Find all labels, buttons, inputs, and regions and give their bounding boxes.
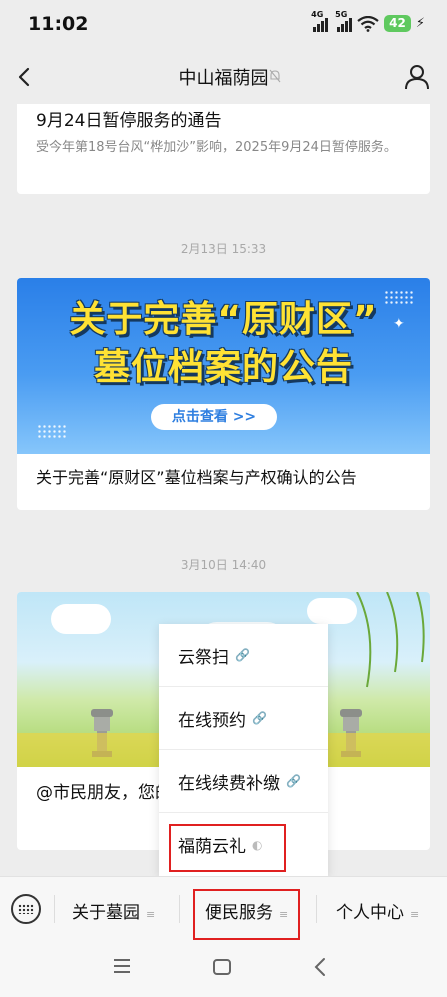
divider — [316, 895, 317, 923]
menu-item-cloud-sweep[interactable]: 云祭扫 🔗 — [159, 624, 328, 687]
timestamp: 3月10日 14:40 — [180, 558, 267, 572]
page-title: 中山福荫园 — [178, 68, 269, 89]
message-title: 9月24日暂停服务的通告 — [36, 111, 222, 131]
menu-personal-center[interactable]: 个人中心 ≡ — [336, 898, 419, 923]
menu-label: 关于墓园 — [72, 903, 140, 923]
highlight-box — [193, 889, 300, 940]
willow-branch-icon — [356, 592, 425, 688]
status-bar: 11:02 4G 5G 42 ⚡ — [0, 0, 447, 50]
divider — [179, 895, 180, 923]
menu-about-cemetery[interactable]: 关于墓园 ≡ — [72, 898, 155, 923]
message-card[interactable]: 9月24日暂停服务的通告 受今年第18号台风“桦加沙”影响，2025年9月24日… — [17, 104, 430, 194]
network-type-label-2: 5G — [335, 9, 348, 19]
menu-item-online-booking[interactable]: 在线预约 🔗 — [159, 687, 328, 750]
recent-apps-icon[interactable] — [113, 958, 131, 974]
submenu-icon: ≡ — [146, 908, 156, 921]
link-icon: 🔗 — [286, 774, 301, 788]
mute-bell-icon — [269, 69, 281, 83]
signal-icon-2: 5G — [335, 10, 353, 32]
banner-line-1: 关于完善“原财区” — [69, 299, 378, 340]
profile-icon[interactable] — [403, 63, 431, 91]
menu-label: 个人中心 — [336, 903, 404, 923]
menu-item-online-renewal[interactable]: 在线续费补缴 🔗 — [159, 750, 328, 813]
divider — [54, 895, 55, 923]
cloud-shape — [51, 604, 111, 634]
status-time: 11:02 — [28, 13, 89, 35]
timestamp: 2月13日 15:33 — [180, 242, 267, 256]
link-icon: 🔗 — [252, 711, 267, 725]
status-icons: 4G 5G 42 ⚡ — [311, 10, 425, 32]
view-details-button[interactable]: 点击查看 >> — [151, 404, 277, 430]
message-desc: 受今年第18号台风“桦加沙”影响，2025年9月24日暂停服务。 — [36, 140, 397, 155]
submenu-icon: ≡ — [410, 908, 420, 921]
message-title: 关于完善“原财区”墓位档案与产权确认的公告 — [36, 468, 357, 487]
battery-icon: 42 — [384, 15, 411, 32]
system-nav-bar — [0, 942, 447, 997]
charging-icon: ⚡ — [415, 16, 425, 31]
menu-item-label: 在线续费补缴 — [178, 773, 280, 794]
title-bar: 中山福荫园 — [0, 50, 447, 104]
decor-dots — [37, 424, 67, 438]
wifi-icon — [357, 15, 379, 32]
back-icon[interactable] — [312, 956, 328, 978]
home-icon[interactable] — [213, 959, 231, 975]
keyboard-toggle-icon[interactable] — [11, 894, 41, 924]
announcement-banner: ✦ 关于完善“原财区” 墓位档案的公告 点击查看 >> — [17, 278, 430, 454]
link-icon: 🔗 — [235, 648, 250, 662]
menu-item-label: 云祭扫 — [178, 647, 229, 668]
network-type-label: 4G — [311, 9, 324, 19]
message-card[interactable]: ✦ 关于完善“原财区” 墓位档案的公告 点击查看 >> 关于完善“原财区”墓位档… — [17, 278, 430, 510]
signal-icon: 4G — [311, 10, 329, 32]
highlight-box — [169, 824, 286, 872]
banner-line-2: 墓位档案的公告 — [93, 347, 353, 388]
menu-item-label: 在线预约 — [178, 710, 246, 731]
